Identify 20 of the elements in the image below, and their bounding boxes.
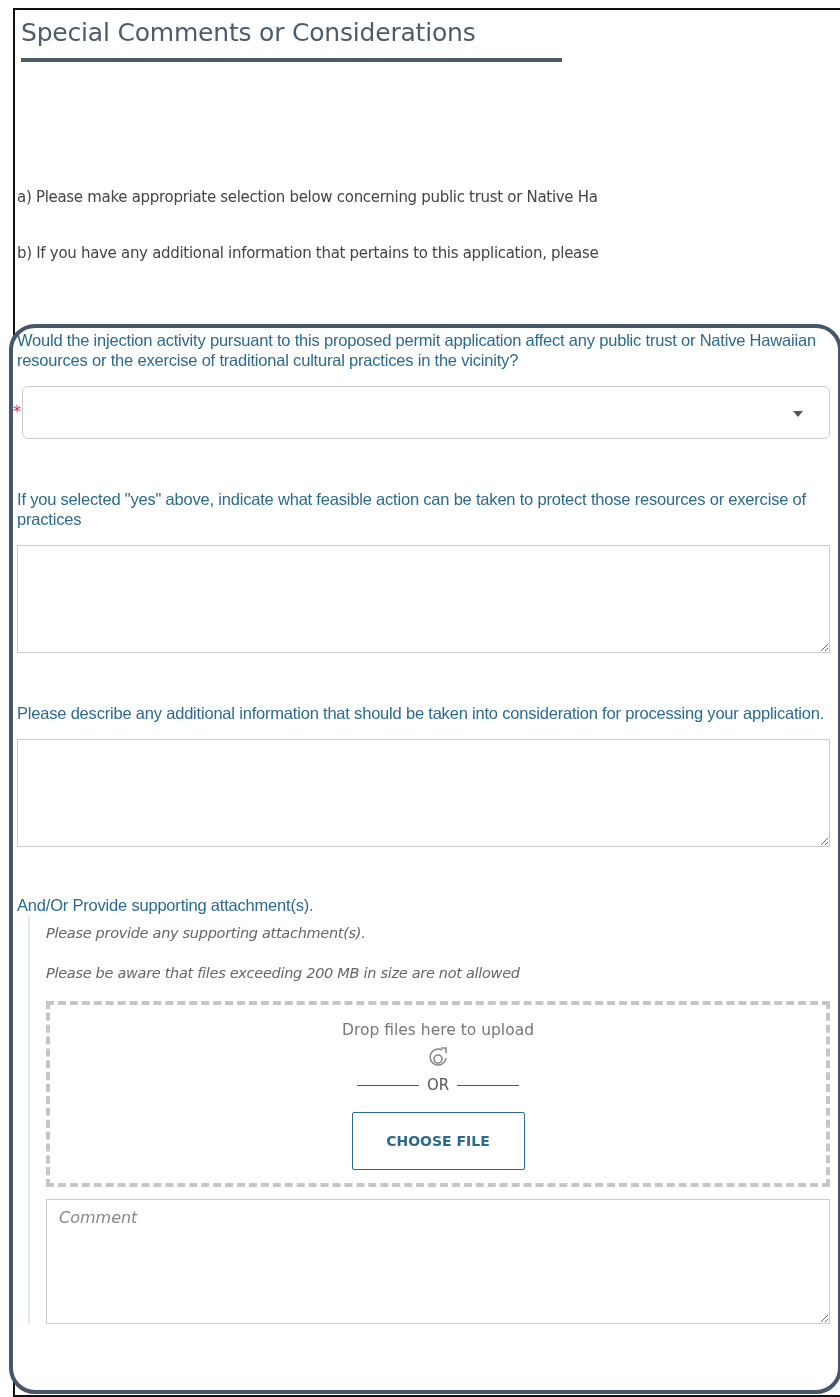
question-label: Would the injection activity pursuant to this proposed permit application affect any public trust or Native Hawaiian resources or the exercise of traditional cultural practices in the vicinity?: [17, 330, 817, 370]
section-label: And/Or Provide supporting attachment(s).: [17, 895, 315, 915]
or-text: OR: [426, 1074, 450, 1096]
instruction-text: b) If you have any additional information that pertains to this application, please: [17, 242, 600, 264]
question-label: Please describe any additional information that should be taken into consideration for processing your application.: [17, 703, 825, 723]
required-mark: *: [13, 401, 22, 423]
drop-zone[interactable]: Drop files here to upload OR CHOOSE FILE: [46, 1000, 830, 1187]
section-title: Special Comments or Considerations: [21, 18, 562, 62]
caret-icon: [793, 411, 803, 417]
drop-text: Drop files here to upload: [342, 1019, 534, 1041]
choose-file-button[interactable]: CHOOSE FILE: [351, 1112, 525, 1171]
hint-text: Please provide any supporting attachment(s).: [46, 924, 367, 943]
question-label: If you selected "yes" above, indicate what feasible action can be taken to protect those resources or exercise of practices: [17, 489, 807, 529]
comment-field[interactable]: Comment: [46, 1198, 830, 1324]
upload-icon: [428, 1045, 448, 1068]
text-area[interactable]: [17, 739, 830, 847]
text-area[interactable]: [17, 545, 830, 653]
hint-text: Please be aware that files exceeding 200 MB in size are not allowed: [46, 963, 521, 983]
dropdown-field[interactable]: [21, 386, 830, 439]
instruction-text: a) Please make appropriate selection below concerning public trust or Native Ha: [17, 187, 599, 208]
